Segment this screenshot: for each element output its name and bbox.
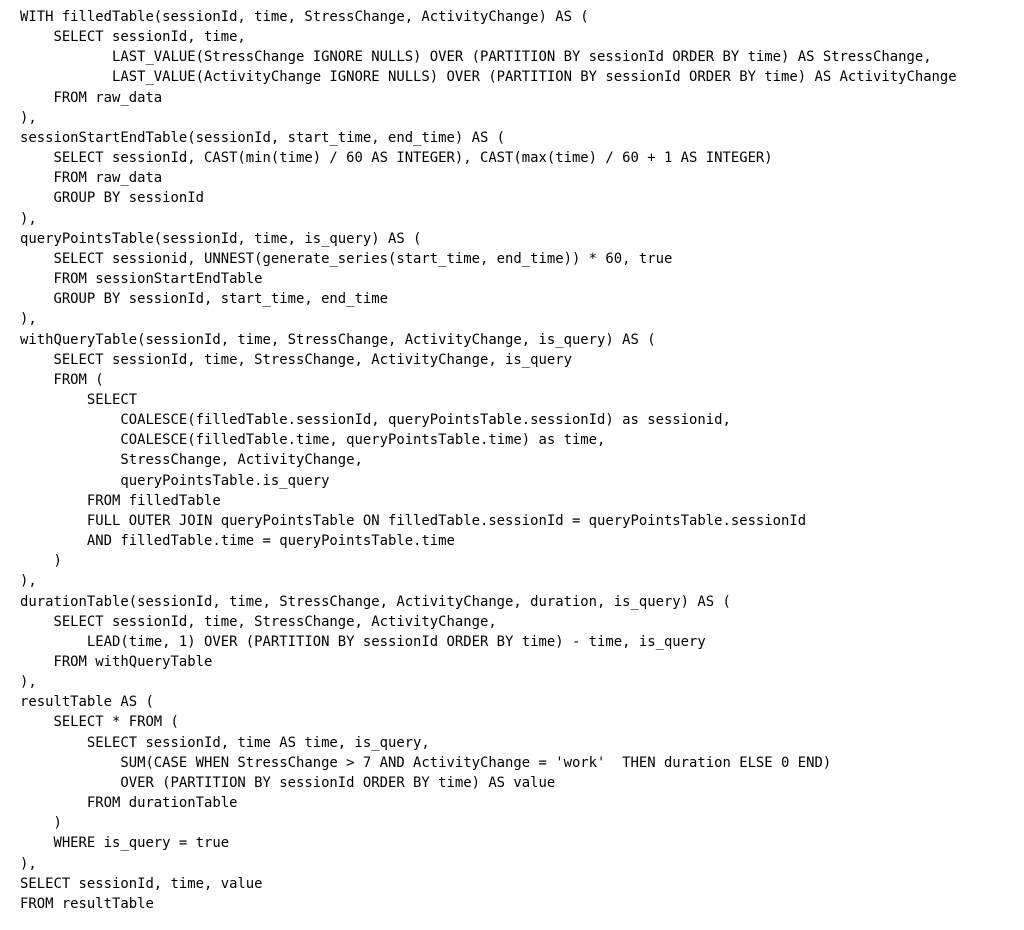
code-listing-surface: WITH filledTable(sessionId, time, Stress… [0, 0, 1024, 930]
sql-code-block: WITH filledTable(sessionId, time, Stress… [20, 9, 957, 912]
